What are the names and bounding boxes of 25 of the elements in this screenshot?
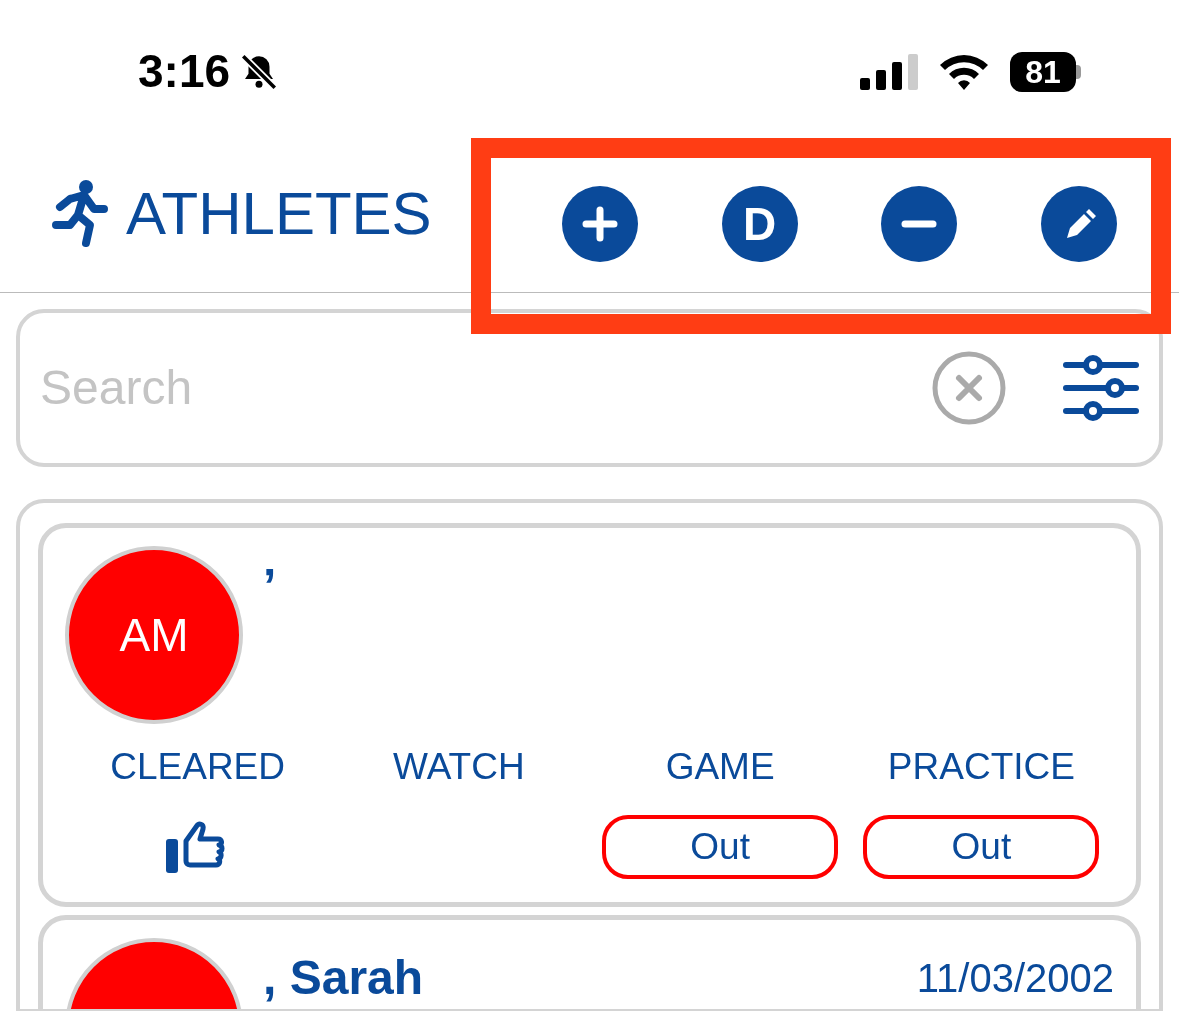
filter-icon[interactable]	[1063, 353, 1139, 423]
status-label: PRACTICE	[887, 748, 1075, 785]
signal-icon	[860, 53, 918, 90]
search-input[interactable]: Search	[40, 352, 931, 424]
athlete-name: ’	[263, 562, 278, 610]
status-label: GAME	[665, 748, 775, 785]
search-field[interactable]: Search	[16, 309, 1163, 467]
page-title: ATHLETES	[126, 178, 432, 249]
pencil-icon	[1067, 208, 1097, 238]
athlete-card[interactable]: AM ’ CLEARED WATCH GAME Out PRACTICE Out	[38, 523, 1141, 907]
athlete-card[interactable]: , Sarah 11/03/2002	[38, 915, 1141, 1009]
wifi-icon	[938, 52, 990, 91]
battery-indicator: 81	[1010, 51, 1081, 92]
runner-icon	[50, 178, 110, 249]
letter-button[interactable]: D	[721, 185, 798, 262]
status-label: WATCH	[393, 748, 525, 785]
clock-time: 3:16	[138, 44, 231, 99]
status-pill[interactable]: Out	[602, 815, 839, 879]
status-label: CLEARED	[110, 748, 285, 785]
minus-icon	[901, 220, 937, 227]
status-pill[interactable]: Out	[863, 815, 1100, 879]
avatar: AM	[65, 546, 243, 724]
athlete-name: , Sarah	[263, 954, 425, 1002]
birth-date: 11/03/2002	[916, 958, 1114, 998]
plus-icon	[582, 206, 618, 241]
